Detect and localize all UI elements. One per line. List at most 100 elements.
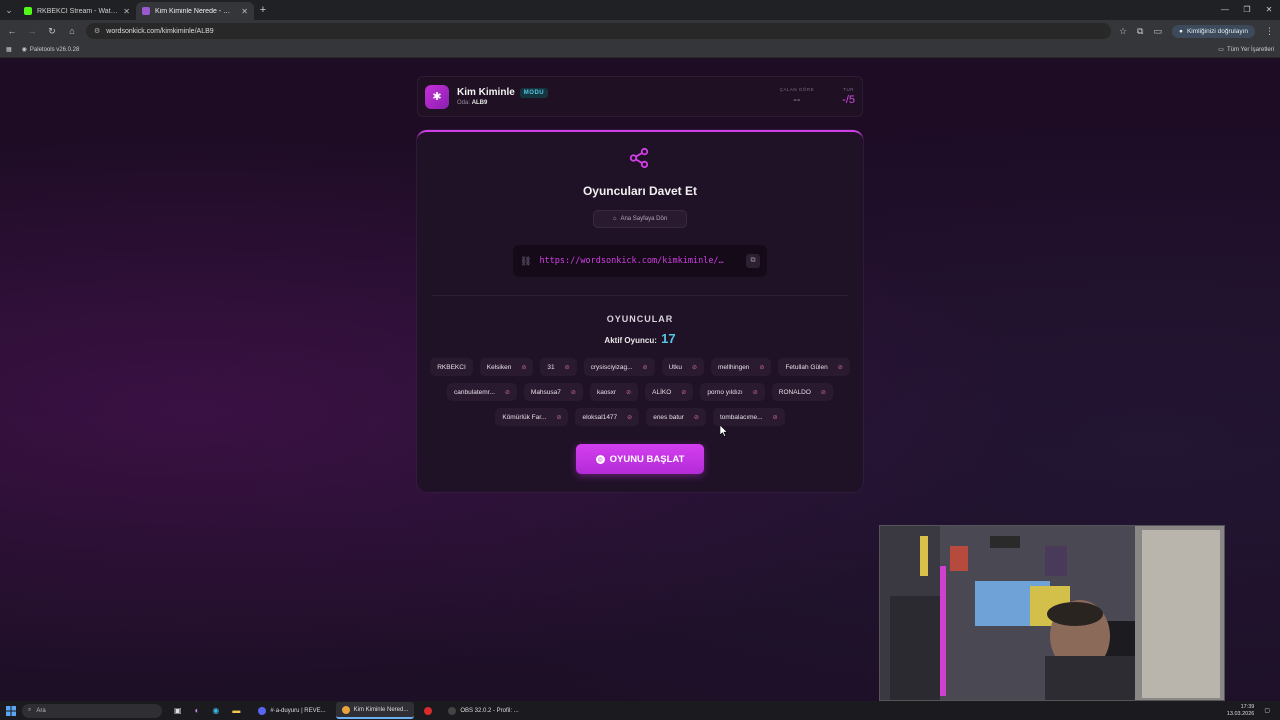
stat-round-label: TUR [843, 87, 854, 92]
all-bookmarks[interactable]: ▭ Tüm Yer İşaretleri [1218, 46, 1274, 54]
player-chip: crysisciyizag... ⊘ [583, 358, 655, 376]
webcam-overlay [879, 525, 1225, 701]
player-chip: Fetullah Gülen ⊘ [778, 358, 850, 376]
home-button[interactable]: ⌂ Ana Sayfaya Dön [593, 210, 687, 228]
kick-player-icon[interactable]: ⊘ [571, 389, 576, 396]
tab-close-icon[interactable]: ✕ [241, 7, 248, 16]
stat-drawer: ÇALAN GÖRE -- [780, 87, 815, 106]
copy-icon[interactable]: ⧉ [746, 254, 760, 268]
kick-player-icon[interactable]: ⊘ [626, 389, 631, 396]
player-name: kaosxr [596, 388, 617, 396]
invite-link-box: ⛓ https://wordsonkick.com/kimkiminle/… ⧉ [513, 245, 767, 277]
kick-player-icon[interactable]: ⊘ [759, 364, 764, 371]
url-text: wordsonkick.com/kimkiminle/ALB9 [106, 27, 214, 35]
taskbar-app[interactable]: Kim Kiminle Nered... [335, 702, 415, 719]
edge-icon[interactable]: ◉ [212, 706, 219, 715]
kick-player-icon[interactable]: ⊘ [556, 414, 561, 421]
running-apps: #·a-duyuru | REVE... Kim Kiminle Nered...… [248, 702, 524, 719]
tab-close-icon[interactable]: ✕ [123, 7, 130, 16]
mode-badge: MODU [519, 87, 549, 98]
time: 17:39 [1240, 703, 1255, 710]
bookmark-star-icon[interactable]: ☆ [1119, 26, 1127, 37]
players-title: OYUNCULAR [606, 314, 674, 324]
windows-start-icon[interactable] [0, 705, 22, 716]
kick-player-icon[interactable]: ⊘ [694, 414, 699, 421]
tab-search-icon[interactable]: ⌄ [0, 0, 18, 20]
house-icon: ⌂ [612, 216, 617, 222]
mouse-cursor-icon [720, 425, 728, 437]
player-list: RKBEKCI Kelsiken ⊘ 31 ⊘ crysisciyizag... ⊘ Utku… [427, 358, 853, 426]
invite-link[interactable]: https://wordsonkick.com/kimkiminle/… [539, 256, 738, 266]
file-explorer-icon[interactable]: ▬ [232, 706, 240, 715]
start-game-button[interactable]: ◎ OYUNU BAŞLAT [576, 444, 704, 474]
taskbar-app[interactable] [418, 702, 438, 719]
restore-icon[interactable]: ❐ [1236, 0, 1258, 20]
folder-icon: ▭ [1218, 47, 1224, 53]
home-icon[interactable]: ⌂ [66, 26, 78, 36]
kick-player-icon[interactable]: ⊘ [643, 364, 648, 371]
taskbar-app[interactable]: OBS 32.0.2 - Profil: ... [442, 702, 524, 719]
paletools-icon: ◉ [21, 47, 27, 53]
reload-icon[interactable]: ↻ [46, 26, 58, 37]
kick-player-icon[interactable]: ⊘ [821, 389, 826, 396]
kick-player-icon[interactable]: ⊘ [692, 364, 697, 371]
back-icon[interactable]: ← [6, 26, 18, 36]
new-tab-button[interactable]: + [254, 4, 272, 16]
menu-icon[interactable]: ⋮ [1265, 26, 1274, 37]
player-name: porno yıldızı [707, 388, 743, 396]
date: 13.03.2026 [1226, 710, 1255, 717]
brand: Kim Kiminle MODU Oda: ALB9 [457, 87, 549, 106]
copilot-icon[interactable]: ◐ [195, 706, 200, 715]
url-field[interactable]: ⚙ wordsonkick.com/kimkiminle/ALB9 [86, 23, 1111, 39]
kick-player-icon[interactable]: ⊘ [838, 364, 843, 371]
app-label: OBS 32.0.2 - Profil: ... [460, 707, 519, 714]
kick-player-icon[interactable]: ⊘ [627, 414, 632, 421]
browser-tab-1[interactable]: Kim Kiminle Nerede - Words O ✕ [136, 2, 254, 20]
kick-player-icon[interactable]: ⊘ [505, 389, 510, 396]
player-name: canbulatemr... [454, 388, 495, 396]
app-icon [448, 706, 457, 715]
minimize-icon[interactable]: — [1214, 0, 1236, 20]
player-chip: RKBEKCI [430, 358, 473, 376]
game-header: ✱ Kim Kiminle MODU Oda: ALB9 ÇALAN GÖRE … [417, 76, 863, 117]
kick-player-icon[interactable]: ⊘ [521, 364, 526, 371]
browser-tab-0[interactable]: RKBEKCI Stream - Watch Live o ✕ [18, 2, 136, 20]
site-info-icon[interactable]: ⚙ [94, 27, 100, 35]
bookmark-paletools[interactable]: ◉ Paletools v26.0.28 [21, 46, 80, 54]
cast-icon[interactable]: ▭ [1153, 26, 1162, 37]
kick-player-icon[interactable]: ⊘ [681, 389, 686, 396]
player-name: Kömürlük Far... [502, 413, 547, 421]
taskbar-app[interactable]: #·a-duyuru | REVE... [252, 702, 331, 719]
kick-player-icon[interactable]: ⊘ [565, 364, 570, 371]
kick-player-icon[interactable]: ⊘ [753, 389, 758, 396]
link-icon: ⛓ [520, 255, 532, 266]
tab-title: Kim Kiminle Nerede - Words O [155, 7, 236, 15]
kick-player-icon[interactable]: ⊘ [773, 414, 778, 421]
close-window-icon[interactable]: ✕ [1258, 0, 1280, 20]
stat-round: TUR -/5 [842, 87, 855, 106]
player-chip: tombalacıme... ⊘ [712, 408, 785, 426]
stat-drawer-value: -- [793, 94, 801, 106]
active-count: 17 [661, 331, 676, 346]
stat-round-value: -/5 [842, 94, 855, 106]
clock[interactable]: 17:39 13.03.2026 [1227, 704, 1255, 718]
share-icon [629, 147, 649, 169]
extensions-icon[interactable]: ⧉ [1137, 26, 1143, 37]
task-view-icon[interactable]: ▣ [174, 706, 182, 715]
active-players: Aktif Oyuncu: 17 [417, 331, 863, 346]
player-chip: RONALDO ⊘ [771, 383, 833, 401]
start-game-label: OYUNU BAŞLAT [609, 453, 685, 465]
profile-icon: ● [1179, 27, 1183, 35]
player-chip: kaosxr ⊘ [589, 383, 639, 401]
player-chip: enes batur ⊘ [646, 408, 706, 426]
verify-identity-button[interactable]: ● Kimliğinizi doğrulayın [1172, 24, 1255, 38]
taskbar-search[interactable]: ⌕ Ara [22, 703, 162, 718]
notification-icon[interactable]: ▢ [1264, 707, 1270, 714]
player-name: RONALDO [778, 388, 811, 396]
forward-icon[interactable]: → [26, 26, 38, 36]
game-title: Kim Kiminle [457, 87, 515, 98]
apps-grid-icon[interactable]: ▦ [6, 46, 12, 53]
game-logo-icon: ✱ [425, 84, 449, 109]
pinned-apps: ▣ ◐ ◉ ▬ [174, 706, 240, 715]
lobby-card: Oyuncuları Davet Et ⌂ Ana Sayfaya Dön ⛓ … [417, 130, 863, 492]
